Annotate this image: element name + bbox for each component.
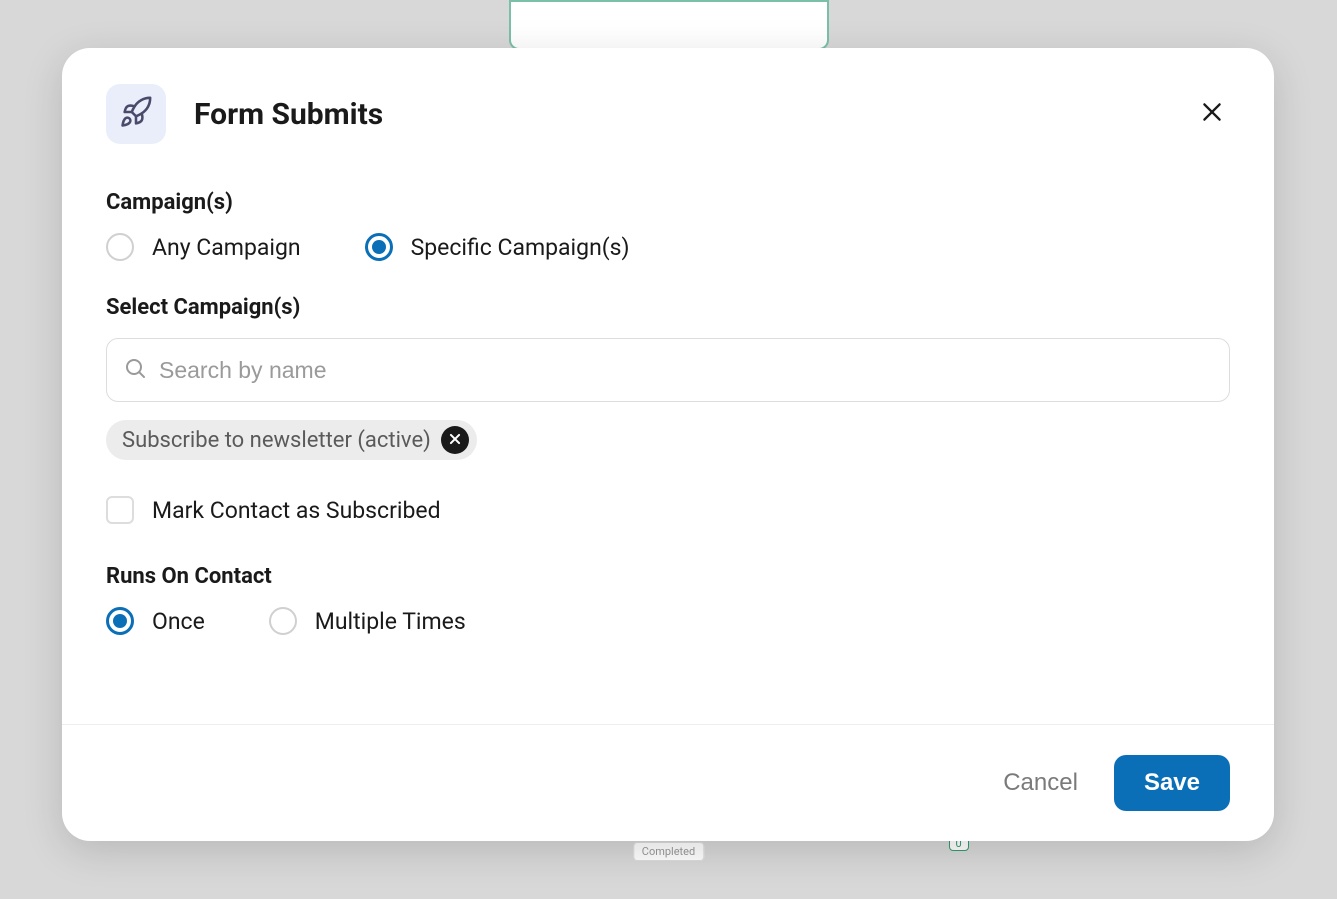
- mark-subscribed-label: Mark Contact as Subscribed: [152, 497, 441, 524]
- background-bottom: Completed: [633, 840, 704, 859]
- radio-label-multiple: Multiple Times: [315, 608, 466, 635]
- runs-on-contact-radio-group: Once Multiple Times: [106, 607, 1230, 635]
- rocket-icon: [119, 95, 153, 133]
- background-panel-hint: [509, 0, 829, 50]
- modal-body: Campaign(s) Any Campaign Specific Campai…: [62, 168, 1274, 724]
- modal-icon-box: [106, 84, 166, 144]
- modal-footer: Cancel Save: [62, 724, 1274, 841]
- save-button[interactable]: Save: [1114, 755, 1230, 811]
- campaign-search-input[interactable]: [159, 357, 1213, 384]
- form-submits-modal: Form Submits Campaign(s) Any Campaign Sp…: [62, 48, 1274, 841]
- radio-multiple-times[interactable]: Multiple Times: [269, 607, 466, 635]
- campaigns-radio-group: Any Campaign Specific Campaign(s): [106, 233, 1230, 261]
- radio-circle-selected: [106, 607, 134, 635]
- cancel-button[interactable]: Cancel: [1003, 769, 1078, 797]
- radio-label-any: Any Campaign: [152, 234, 301, 261]
- radio-circle-selected: [365, 233, 393, 261]
- radio-any-campaign[interactable]: Any Campaign: [106, 233, 301, 261]
- search-icon: [123, 356, 147, 384]
- selected-campaign-chip: Subscribe to newsletter (active): [106, 420, 477, 460]
- radio-once[interactable]: Once: [106, 607, 205, 635]
- modal-header: Form Submits: [62, 48, 1274, 168]
- completed-badge: Completed: [633, 842, 704, 861]
- radio-specific-campaign[interactable]: Specific Campaign(s): [365, 233, 630, 261]
- radio-dot: [372, 240, 386, 254]
- close-button[interactable]: [1194, 96, 1230, 132]
- radio-dot: [113, 614, 127, 628]
- radio-label-specific: Specific Campaign(s): [411, 234, 630, 261]
- runs-on-contact-label: Runs On Contact: [106, 564, 1230, 589]
- campaigns-label: Campaign(s): [106, 190, 1230, 215]
- campaign-search-box[interactable]: [106, 338, 1230, 402]
- select-campaigns-label: Select Campaign(s): [106, 295, 1230, 320]
- radio-circle-unselected: [269, 607, 297, 635]
- close-icon: [1199, 99, 1225, 129]
- chip-remove-button[interactable]: [441, 426, 469, 454]
- radio-label-once: Once: [152, 608, 205, 635]
- radio-circle-unselected: [106, 233, 134, 261]
- mark-subscribed-checkbox[interactable]: [106, 496, 134, 524]
- remove-icon: [448, 431, 462, 450]
- mark-subscribed-row: Mark Contact as Subscribed: [106, 496, 1230, 524]
- modal-title: Form Submits: [194, 97, 1194, 132]
- chip-text: Subscribe to newsletter (active): [122, 428, 431, 453]
